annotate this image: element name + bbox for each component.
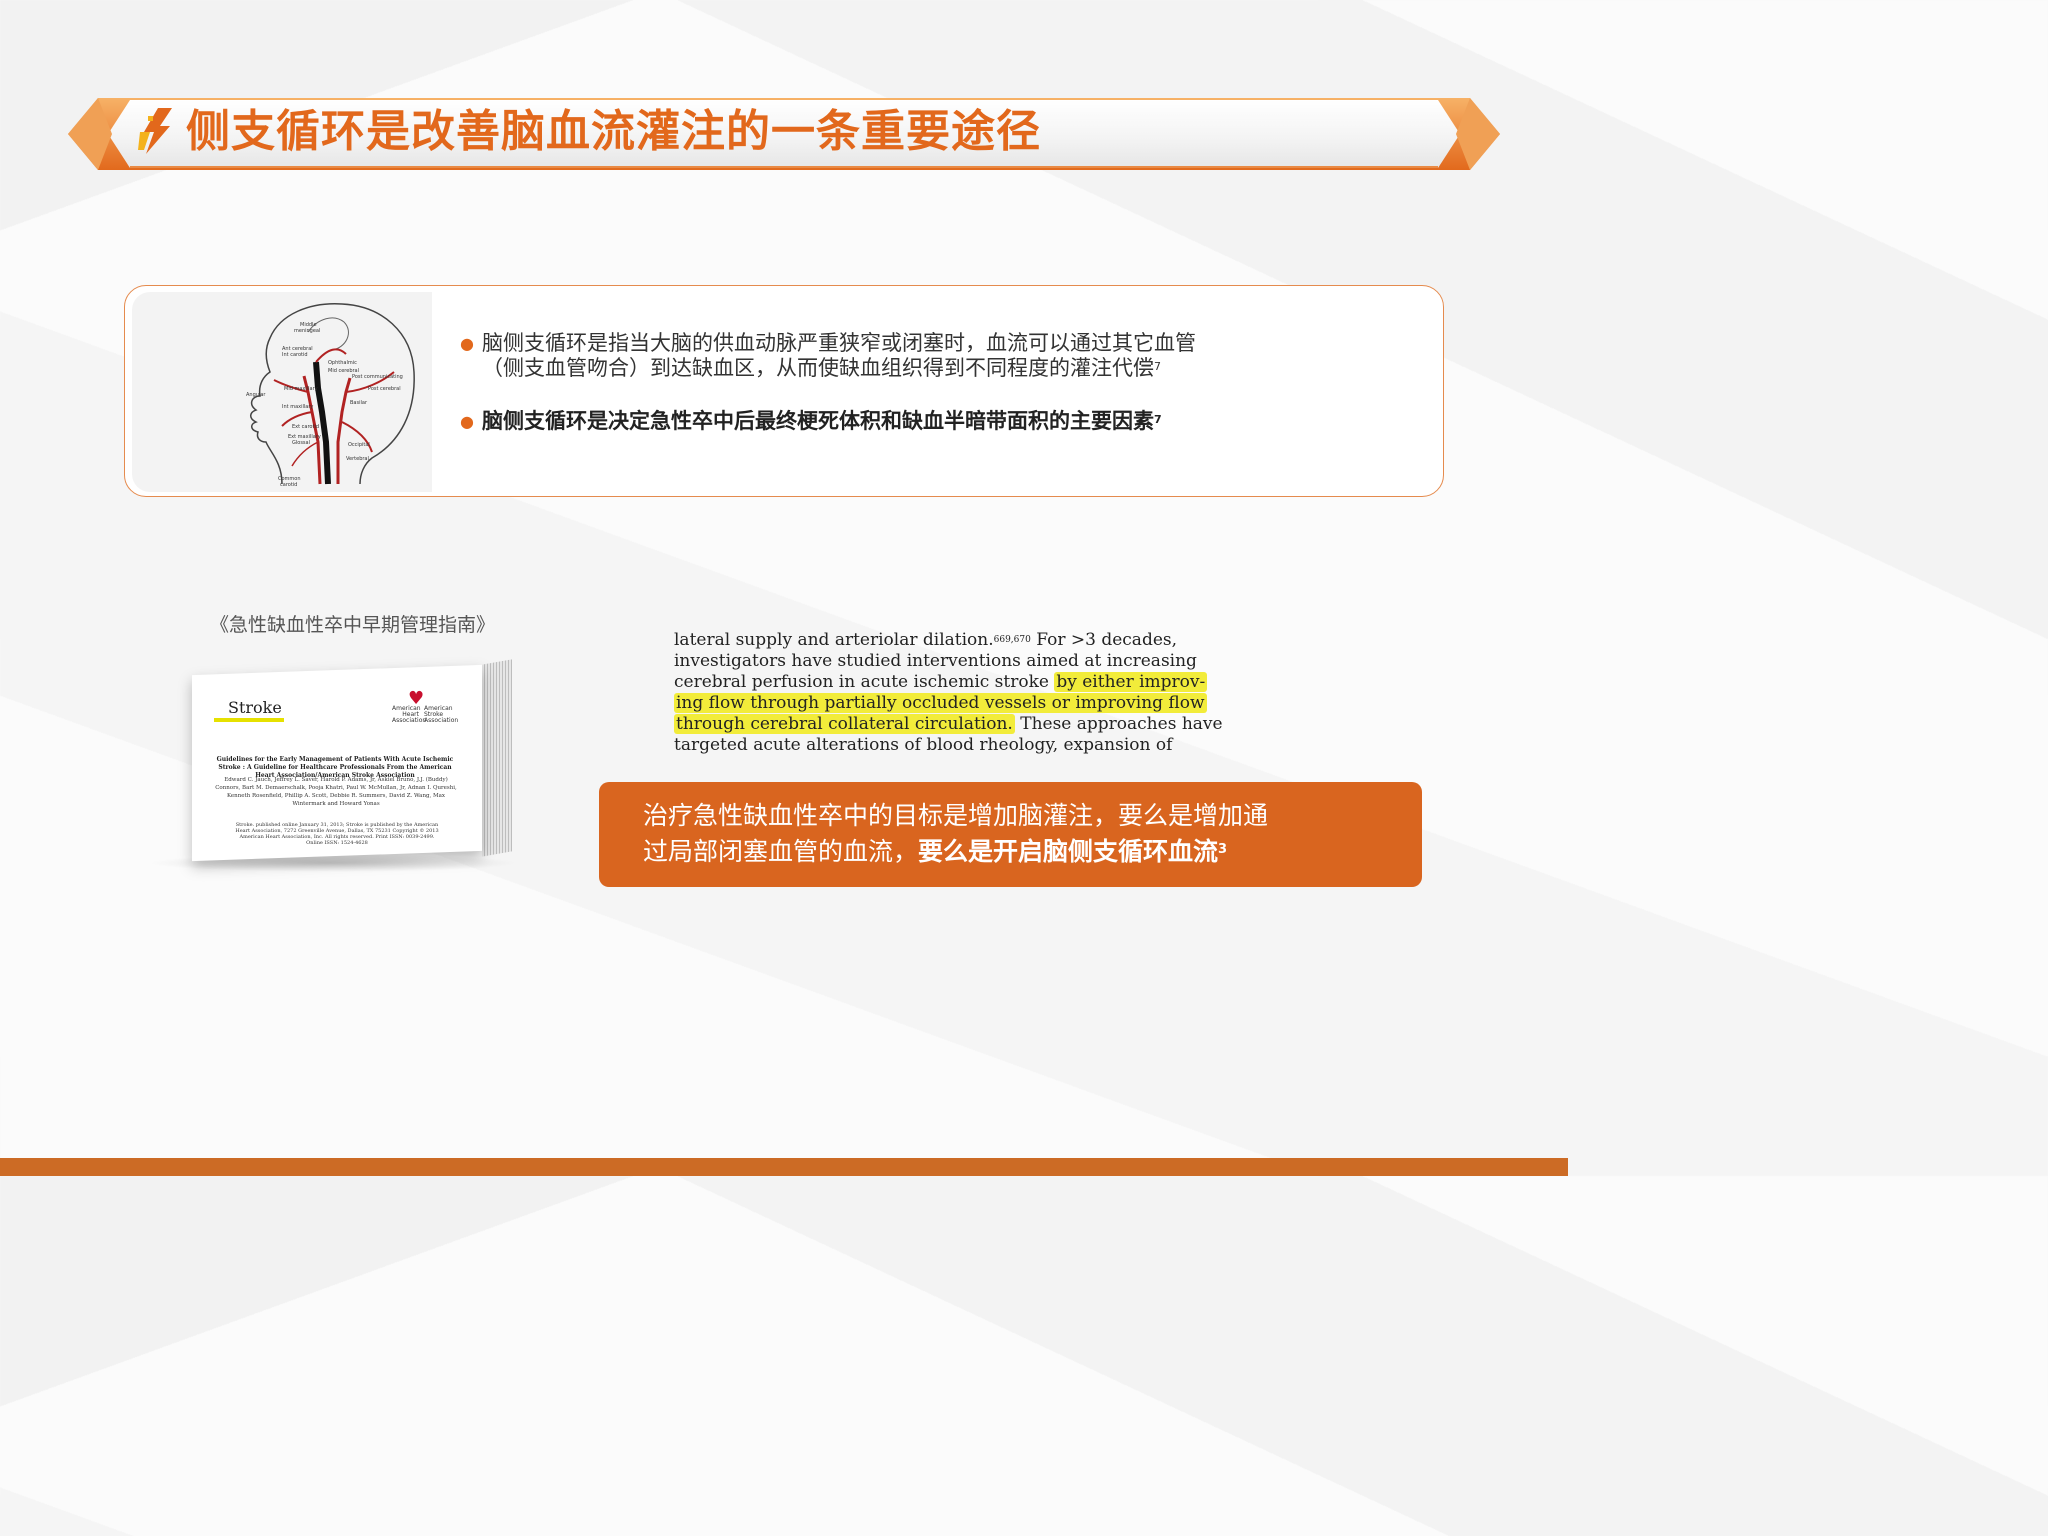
reference-marker: 7 bbox=[1154, 413, 1162, 426]
title-bolt-icon bbox=[136, 106, 176, 156]
svg-text:Int maxillary: Int maxillary bbox=[282, 404, 313, 410]
guideline-caption: 《急性缺血性卒中早期管理指南》 bbox=[210, 614, 496, 636]
book-pages bbox=[482, 659, 512, 857]
excerpt-line: lateral supply and arteriolar dilation.6… bbox=[674, 630, 1178, 650]
callout-emphasis: 要么是开启脑侧支循环血流 bbox=[918, 837, 1219, 866]
bullet-collateral-definition: ● 脑侧支循环是指当大脑的供血动脉严重狭窄或闭塞时，血流可以通过其它血管 （侧支… bbox=[460, 331, 1320, 383]
svg-text:Post cerebral: Post cerebral bbox=[368, 386, 401, 392]
svg-text:meningeal: meningeal bbox=[294, 328, 320, 334]
callout-line: 治疗急性缺血性卒中的目标是增加脑灌注，要么是增加通 bbox=[643, 801, 1269, 830]
svg-text:Angular: Angular bbox=[246, 392, 266, 398]
callout-line: 过局部闭塞血管的血流，要么是开启脑侧支循环血流3 bbox=[643, 837, 1228, 866]
bullet-line: （侧支血管吻合）到达缺血区，从而使缺血组织得到不同程度的灌注代偿 bbox=[482, 356, 1154, 380]
excerpt-line: through cerebral collateral circulation.… bbox=[674, 714, 1223, 734]
excerpt-line: ing flow through partially occluded vess… bbox=[674, 693, 1368, 714]
highlighted-text: by either improv- bbox=[1054, 672, 1208, 692]
svg-text:Int carotid: Int carotid bbox=[282, 352, 308, 358]
aha-logo-text: American Heart Association bbox=[392, 705, 427, 724]
reference-marker: 7 bbox=[1154, 360, 1161, 373]
excerpt-line: investigators have studied interventions… bbox=[674, 651, 1197, 671]
excerpt-line: cerebral perfusion in acute ischemic str… bbox=[674, 672, 1208, 692]
highlighted-text: ing flow through partially occluded vess… bbox=[674, 693, 1207, 713]
journal-name: Stroke bbox=[228, 698, 282, 717]
treatment-goal-callout: 治疗急性缺血性卒中的目标是增加脑灌注，要么是增加通 过局部闭塞血管的血流，要么是… bbox=[599, 782, 1422, 887]
head-arteries-diagram: Middle meningeal Ant cerebral Int caroti… bbox=[132, 292, 432, 492]
page-title: 侧支循环是改善脑血流灌注的一条重要途径 bbox=[186, 106, 1041, 157]
bullet-dot-icon: ● bbox=[460, 412, 474, 431]
footer-bar bbox=[0, 1158, 1568, 1176]
svg-text:Vertebral: Vertebral bbox=[346, 456, 369, 462]
svg-text:Basilar: Basilar bbox=[350, 400, 368, 406]
cover-authors: Edward C. Jauch, Jeffrey L. Saver, Harol… bbox=[215, 777, 457, 807]
svg-text:Post communicating: Post communicating bbox=[352, 374, 403, 380]
reference-marker: 3 bbox=[1218, 842, 1228, 857]
svg-text:Ext carotid: Ext carotid bbox=[292, 424, 319, 430]
cover-publication-info: Stroke. published online January 31, 201… bbox=[235, 822, 439, 846]
journal-underline bbox=[214, 718, 284, 722]
bullet-line: 脑侧支循环是指当大脑的供血动脉严重狭窄或闭塞时，血流可以通过其它血管 bbox=[482, 331, 1196, 355]
bullet-dot-icon: ● bbox=[460, 334, 474, 353]
svg-text:Glossal: Glossal bbox=[292, 440, 310, 446]
svg-text:carotid: carotid bbox=[280, 482, 297, 488]
excerpt-line: targeted acute alterations of blood rheo… bbox=[674, 735, 1173, 755]
highlighted-text: through cerebral collateral circulation. bbox=[674, 714, 1015, 734]
svg-text:Ophthalmic: Ophthalmic bbox=[328, 360, 357, 366]
guideline-excerpt: lateral supply and arteriolar dilation.6… bbox=[672, 628, 1372, 758]
bullet-line: 脑侧支循环是决定急性卒中后最终梗死体积和缺血半暗带面积的主要因素 bbox=[482, 409, 1154, 433]
asa-logo-text: American Stroke Association bbox=[424, 705, 459, 724]
svg-text:Occipital: Occipital bbox=[348, 442, 370, 448]
svg-text:Mid maxillary: Mid maxillary bbox=[284, 386, 318, 392]
bullet-collateral-importance: ● 脑侧支循环是决定急性卒中后最终梗死体积和缺血半暗带面积的主要因素7 bbox=[460, 409, 1320, 435]
